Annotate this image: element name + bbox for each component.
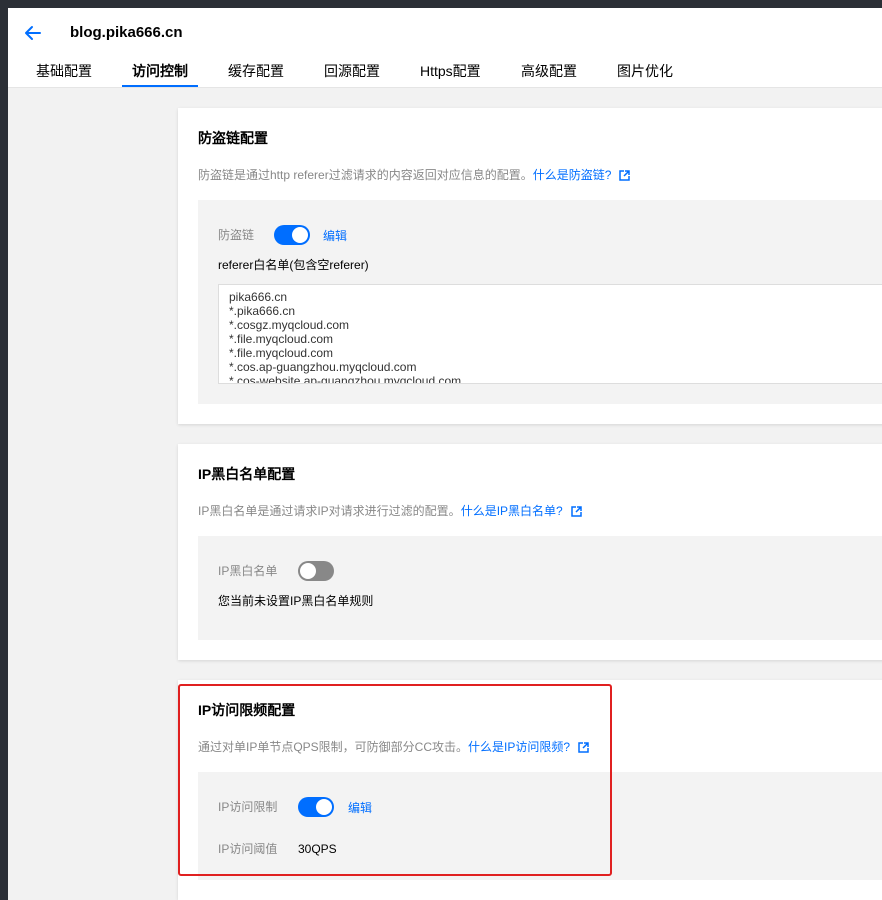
ip-filter-help-link[interactable]: 什么是IP黑白名单? bbox=[461, 504, 563, 518]
tab-basic[interactable]: 基础配置 bbox=[36, 60, 92, 88]
referer-entry: *.file.myqcloud.com bbox=[229, 346, 334, 360]
ip-rate-limit-desc-text: 通过对单IP单节点QPS限制，可防御部分CC攻击。 bbox=[198, 740, 469, 754]
ip-filter-desc-text: IP黑白名单是通过请求IP对请求进行过滤的配置。 bbox=[198, 504, 461, 518]
external-link-icon[interactable] bbox=[570, 506, 582, 517]
hotlink-edit-link[interactable]: 编辑 bbox=[323, 227, 347, 245]
referer-entry: *.cos-website.ap-guangzhou.myqcloud.com bbox=[229, 374, 462, 384]
ip-rate-limit-toggle[interactable] bbox=[298, 797, 334, 817]
hotlink-help-link[interactable]: 什么是防盗链? bbox=[533, 168, 612, 182]
external-link-icon[interactable] bbox=[578, 742, 589, 753]
external-link-icon[interactable] bbox=[619, 170, 631, 181]
page-header: blog.pika666.cn 基础配置 访问控制 缓存配置 回源配置 Http… bbox=[8, 8, 882, 88]
referer-entry: *.file.myqcloud.com bbox=[229, 332, 334, 346]
ip-threshold-label: IP访问阈值 bbox=[218, 842, 278, 856]
ip-filter-description: IP黑白名单是通过请求IP对请求进行过滤的配置。什么是IP黑白名单? bbox=[198, 502, 582, 520]
toggle-knob bbox=[300, 563, 316, 579]
toggle-knob bbox=[292, 227, 308, 243]
ip-filter-toggle[interactable] bbox=[298, 561, 334, 581]
hotlink-title: 防盗链配置 bbox=[198, 130, 268, 146]
ip-filter-title: IP黑白名单配置 bbox=[198, 466, 296, 482]
referer-entry: *.cos.ap-guangzhou.myqcloud.com bbox=[229, 360, 417, 374]
ip-rate-limit-panel: IP访问限制 编辑 IP访问阈值 30QPS bbox=[198, 772, 882, 880]
app-window: blog.pika666.cn 基础配置 访问控制 缓存配置 回源配置 Http… bbox=[8, 8, 882, 900]
tab-advanced[interactable]: 高级配置 bbox=[521, 60, 577, 88]
ip-filter-toggle-label: IP黑白名单 bbox=[218, 564, 278, 578]
active-tab-indicator bbox=[122, 85, 198, 87]
tab-origin[interactable]: 回源配置 bbox=[324, 60, 380, 88]
referer-whitelist-label: referer白名单(包含空referer) bbox=[218, 258, 369, 272]
hotlink-toggle-label: 防盗链 bbox=[218, 228, 255, 242]
arrow-left-icon[interactable] bbox=[22, 22, 44, 44]
ip-filter-card: IP黑白名单配置 IP黑白名单是通过请求IP对请求进行过滤的配置。什么是IP黑白… bbox=[178, 444, 882, 660]
tab-access-control[interactable]: 访问控制 bbox=[132, 60, 188, 88]
ip-rate-limit-toggle-label: IP访问限制 bbox=[218, 800, 278, 814]
ip-threshold-value: 30QPS bbox=[298, 842, 337, 856]
referer-entry: pika666.cn bbox=[229, 290, 288, 304]
tab-image-optimization[interactable]: 图片优化 bbox=[617, 60, 673, 88]
hotlink-card: 防盗链配置 防盗链是通过http referer过滤请求的内容返回对应信息的配置… bbox=[178, 108, 882, 424]
referer-entry: *.cosgz.myqcloud.com bbox=[229, 318, 350, 332]
ip-rate-limit-card: IP访问限频配置 通过对单IP单节点QPS限制，可防御部分CC攻击。什么是IP访… bbox=[178, 680, 882, 900]
hotlink-toggle[interactable] bbox=[274, 225, 310, 245]
toggle-knob bbox=[316, 799, 332, 815]
ip-rate-limit-description: 通过对单IP单节点QPS限制，可防御部分CC攻击。什么是IP访问限频? bbox=[198, 738, 589, 756]
tab-https[interactable]: Https配置 bbox=[420, 60, 481, 88]
hotlink-desc-text: 防盗链是通过http referer过滤请求的内容返回对应信息的配置。 bbox=[198, 168, 533, 182]
tab-bar: 基础配置 访问控制 缓存配置 回源配置 Https配置 高级配置 图片优化 bbox=[8, 60, 882, 88]
page-title: blog.pika666.cn bbox=[70, 24, 183, 41]
hotlink-description: 防盗链是通过http referer过滤请求的内容返回对应信息的配置。什么是防盗… bbox=[198, 166, 631, 184]
hotlink-panel: 防盗链 编辑 referer白名单(包含空referer) pika666.cn… bbox=[198, 200, 882, 404]
referer-whitelist-textarea[interactable]: pika666.cn *.pika666.cn *.cosgz.myqcloud… bbox=[218, 284, 882, 384]
ip-filter-status: 您当前未设置IP黑白名单规则 bbox=[218, 594, 374, 608]
ip-rate-limit-title: IP访问限频配置 bbox=[198, 702, 296, 718]
tab-cache[interactable]: 缓存配置 bbox=[228, 60, 284, 88]
referer-entry: *.pika666.cn bbox=[229, 304, 296, 318]
ip-rate-limit-help-link[interactable]: 什么是IP访问限频? bbox=[468, 740, 570, 754]
ip-filter-panel: IP黑白名单 您当前未设置IP黑白名单规则 bbox=[198, 536, 882, 640]
ip-rate-limit-edit-link[interactable]: 编辑 bbox=[348, 799, 372, 817]
